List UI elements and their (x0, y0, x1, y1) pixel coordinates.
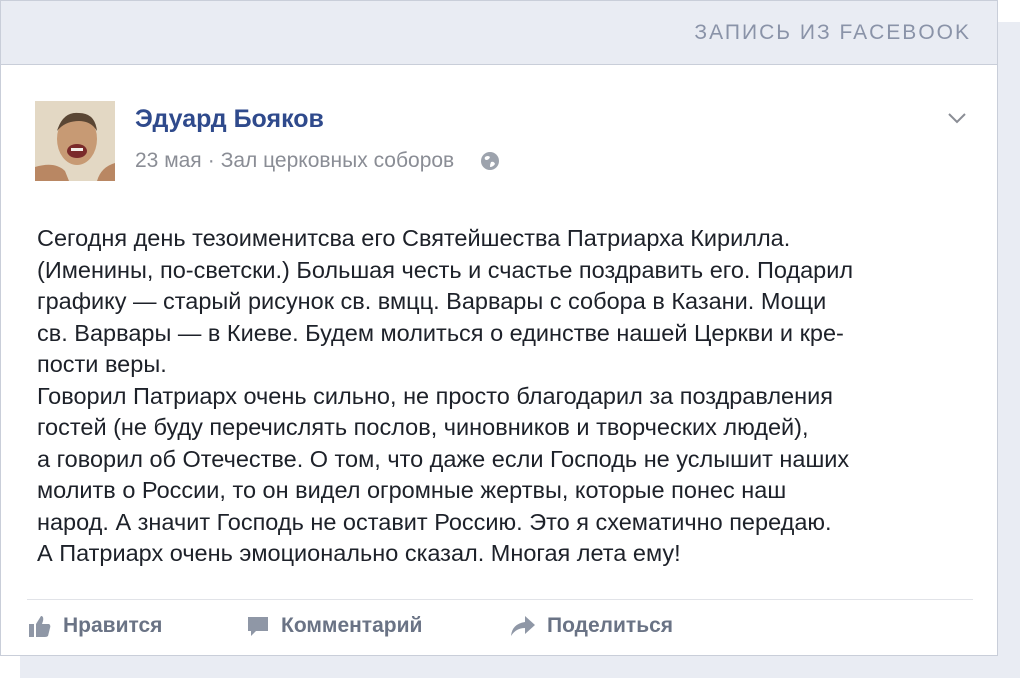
meta-separator: · (207, 149, 215, 172)
post-line: а говорил об Отечестве. О том, что даже … (37, 445, 850, 472)
header-label: ЗАПИСЬ ИЗ FACEBOOK (694, 21, 971, 44)
post-line: Сегодня день тезоименитсва его Святейшес… (37, 225, 791, 251)
post-text: Сегодня день тезоименитсва его Святейшес… (37, 223, 977, 570)
post-line: гостей (не буду перечислять послов, чино… (37, 414, 809, 440)
post-line: Говорил Патриарх очень сильно, не просто… (37, 382, 833, 409)
post-meta: 23 мая · Зал церковных соборов (135, 149, 500, 173)
post-line: (Именины, по-светски.) Большая честь и с… (37, 256, 854, 283)
globe-icon[interactable] (480, 151, 500, 171)
share-label: Поделиться (547, 614, 674, 637)
header-bar: ЗАПИСЬ ИЗ FACEBOOK (1, 1, 997, 65)
facebook-post-card: ЗАПИСЬ ИЗ FACEBOOK Эдуард Бояков 23 мая … (0, 0, 998, 656)
like-label: Нравится (63, 614, 163, 637)
post-line: св. Варвары — в Киеве. Будем молиться о … (37, 319, 844, 346)
share-button[interactable]: Поделиться (509, 613, 673, 639)
comment-icon (248, 617, 268, 636)
comment-button[interactable]: Комментарий (245, 613, 422, 639)
post-line: графику — старый рисунок св. вмцц. Варва… (37, 288, 827, 314)
post-line: народ. А значит Господь не оставит Росси… (37, 508, 832, 535)
post-actions: Нравится Комментарий Поделиться (27, 613, 973, 645)
post-date[interactable]: 23 мая (135, 149, 202, 173)
share-arrow-icon (511, 616, 535, 636)
comment-label: Комментарий (281, 614, 423, 637)
like-button[interactable]: Нравится (27, 613, 162, 639)
author-name[interactable]: Эдуард Бояков (135, 105, 324, 134)
actions-divider (27, 599, 973, 600)
post-line: пости веры. (37, 351, 167, 377)
chevron-down-icon[interactable] (946, 111, 968, 125)
post-line: молитв о России, то он видел огромные же… (37, 477, 787, 503)
post-line: А Патриарх очень эмоционально сказал. Мн… (37, 540, 681, 566)
thumbs-up-icon (29, 616, 51, 637)
avatar[interactable] (35, 101, 115, 181)
post-location[interactable]: Зал церковных соборов (221, 149, 455, 173)
